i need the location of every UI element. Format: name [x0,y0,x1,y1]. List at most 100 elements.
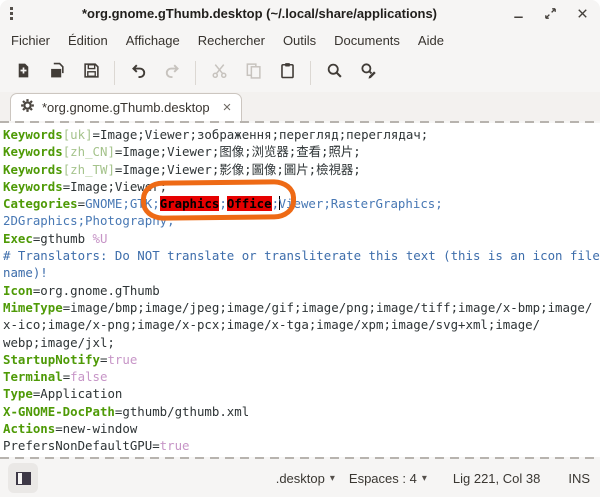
menu-aide[interactable]: Aide [409,29,453,52]
code-segment: 2DGraphics;Photography; [3,213,175,228]
find-icon [326,62,343,84]
code-segment: ; [219,196,226,211]
code-segment: =image/bmp;image/jpeg;image/gif;image/pn… [63,300,593,315]
code-segment: Viewer;RasterGraphics; [279,196,443,211]
text-editor[interactable]: Keywords[uk]=Image;Viewer;зображення;пер… [0,123,600,457]
chevron-down-icon: ▾ [422,473,427,484]
code-segment: =gthumb/gthumb.xml [115,404,249,419]
menu-edition[interactable]: Édition [59,29,117,52]
code-segment: Graphics [160,196,220,211]
tab-close-icon[interactable]: × [223,100,232,115]
code-segment: StartupNotify [3,352,100,367]
code-segment: MimeType [3,300,63,315]
save-document-button[interactable] [74,58,108,88]
code-segment: Actions [3,421,55,436]
open-document-button[interactable] [40,58,74,88]
input-mode-label: INS [568,471,590,486]
code-line: StartupNotify=true [3,351,600,368]
gear-icon [20,98,35,118]
undo-button[interactable] [121,58,155,88]
cut-button [202,58,236,88]
tab-org-gnome-gthumb-desktop[interactable]: *org.gnome.gThumb.desktop × [10,93,242,121]
code-line: webp;image/jxl; [3,334,600,351]
code-segment: Icon [3,283,33,298]
code-segment: true [107,352,137,367]
side-panel-icon [16,472,31,485]
code-segment: false [70,369,107,384]
code-segment: Keywords [3,179,63,194]
code-segment: GNOME;GTK; [85,196,160,211]
code-line: Icon=org.gnome.gThumb [3,282,600,299]
paste-button[interactable] [270,58,304,88]
code-line: x-ico;image/x-png;image/x-pcx;image/x-tg… [3,316,600,333]
close-icon[interactable] [574,6,590,22]
window-controls [510,6,590,22]
find-and-replace-button[interactable] [351,58,385,88]
toolbar-group [317,58,385,88]
find-button[interactable] [317,58,351,88]
code-segment: Type [3,386,33,401]
title-bar: *org.gnome.gThumb.desktop (~/.local/shar… [0,0,600,27]
code-segment: webp;image/jxl; [3,335,115,350]
toolbar [0,53,600,92]
toolbar-group [6,58,108,88]
toolbar-group [202,58,304,88]
undo-icon [130,62,147,84]
code-segment: Office [227,196,272,211]
tab-label: *org.gnome.gThumb.desktop [42,100,210,115]
window-title: *org.gnome.gThumb.desktop (~/.local/shar… [17,6,502,21]
redo-button [155,58,189,88]
code-line: name)! [3,264,600,281]
code-line: Type=Application [3,385,600,402]
code-segment: = [78,196,85,211]
code-segment: Keywords [3,144,63,159]
code-segment: %U [93,231,108,246]
code-segment: [zh_CN] [63,144,115,159]
menu-outils[interactable]: Outils [274,29,325,52]
toolbar-separator [114,61,115,85]
code-segment: Exec [3,231,33,246]
code-segment: =Image;Viewer; [63,179,167,194]
menu-affichage[interactable]: Affichage [117,29,189,52]
new-document-button[interactable] [6,58,40,88]
code-segment: X-GNOME-DocPath [3,404,115,419]
side-panel-toggle-button[interactable] [8,463,38,493]
code-segment: [uk] [63,127,93,142]
menu-documents[interactable]: Documents [325,29,409,52]
code-line: Terminal=false [3,368,600,385]
menu-fichier[interactable]: Fichier [2,29,59,52]
code-segment: =gthumb [33,231,93,246]
filetype-label: .desktop [276,471,325,486]
status-bar: .desktop ▾ Espaces : 4 ▾ Lig 221, Col 38… [0,459,600,497]
kebab-menu-icon[interactable] [6,5,17,22]
cursor-position-label: Lig 221, Col 38 [453,471,540,486]
restore-icon[interactable] [542,6,558,22]
tab-width-label: Espaces : 4 [349,471,417,486]
code-segment: Terminal [3,369,63,384]
menu-bar: FichierÉditionAffichageRechercherOutilsD… [0,27,600,53]
code-line: Exec=gthumb %U [3,230,600,247]
code-segment: Keywords [3,162,63,177]
gedit-window: *org.gnome.gThumb.desktop (~/.local/shar… [0,0,600,497]
menu-rechercher[interactable]: Rechercher [189,29,274,52]
code-line: PrefersNonDefaultGPU=true [3,437,600,454]
tab-bar: *org.gnome.gThumb.desktop × [0,92,600,121]
code-segment: PrefersNonDefaultGPU= [3,438,160,453]
toolbar-separator [310,61,311,85]
paste-icon [279,62,296,84]
code-line: Keywords=Image;Viewer; [3,178,600,195]
open-document-icon [49,62,66,84]
copy-icon [245,62,262,84]
minimize-icon[interactable] [510,6,526,22]
filetype-dropdown[interactable]: .desktop ▾ [276,471,335,486]
code-line: # Translators: Do NOT translate or trans… [3,247,600,264]
code-line: Keywords[zh_CN]=Image;Viewer;图像;浏览器;查看;照… [3,143,600,160]
redo-icon [164,62,181,84]
code-line: MimeType=image/bmp;image/jpeg;image/gif;… [3,299,600,316]
code-segment: =Image;Viewer;图像;浏览器;查看;照片; [115,144,361,159]
tab-width-dropdown[interactable]: Espaces : 4 ▾ [349,471,427,486]
code-segment: name)! [3,265,48,280]
code-segment: Categories [3,196,78,211]
code-segment: [zh_TW] [63,162,115,177]
code-segment: =Image;Viewer;зображення;перегляд;перегл… [93,127,429,142]
